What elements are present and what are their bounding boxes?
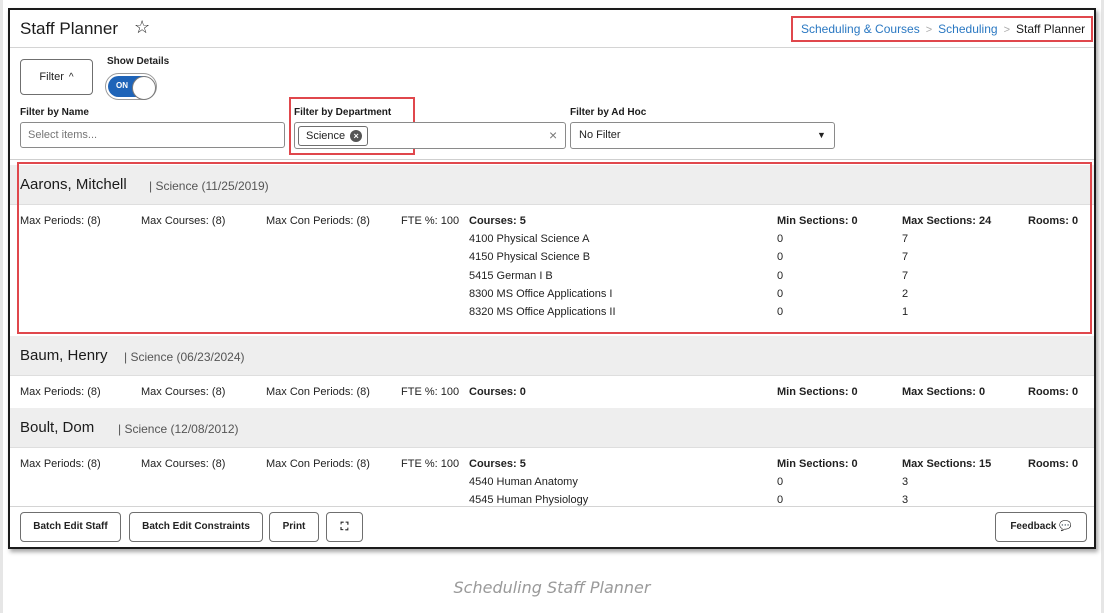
star-icon[interactable]: ☆ [134, 17, 150, 38]
staff-row-header[interactable]: Baum, Henry | Science (06/23/2024) [10, 336, 1094, 376]
courses-count: Courses: 5 [469, 458, 526, 470]
course-min: 0 [777, 476, 784, 488]
fte: FTE %: 100 [401, 386, 460, 398]
print-button[interactable]: Print [269, 512, 319, 542]
breadcrumb: Scheduling & Courses > Scheduling > Staff Pl… [791, 16, 1093, 42]
staff-name: Baum, Henry [20, 347, 108, 364]
feedback-button[interactable]: Feedback 💬 [995, 512, 1087, 542]
staff-meta: | Science (06/23/2024) [124, 350, 245, 364]
page-edge-left [0, 0, 3, 613]
max-courses: Max Courses: (8) [141, 386, 226, 398]
breadcrumb-scheduling[interactable]: Scheduling [938, 22, 997, 36]
filter-button-label: Filter [39, 71, 64, 83]
filter-button[interactable]: Filter ^ [20, 59, 93, 95]
page-title: Staff Planner [20, 19, 118, 38]
speech-bubble-icon: 💬 [1059, 521, 1072, 532]
max-con-periods: Max Con Periods: (8) [266, 458, 370, 470]
course-max: 3 [902, 476, 909, 488]
toggle-state: ON [116, 81, 128, 90]
min-sections: Min Sections: 0 [777, 458, 858, 470]
clear-icon[interactable]: × [549, 127, 557, 143]
staff-row-header[interactable]: Boult, Dom | Science (12/08/2012) [10, 408, 1094, 448]
fte: FTE %: 100 [401, 458, 460, 470]
show-details-label: Show Details [107, 56, 170, 67]
max-periods: Max Periods: (8) [20, 386, 101, 398]
toggle-track: ON [108, 76, 156, 100]
filter-by-name-input[interactable] [20, 122, 285, 148]
course-name: 4540 Human Anatomy [469, 476, 578, 488]
breadcrumb-current: Staff Planner [1016, 22, 1086, 36]
breadcrumb-scheduling-courses[interactable]: Scheduling & Courses [801, 22, 920, 36]
staff-name: Boult, Dom [20, 419, 95, 436]
courses-count: Courses: 0 [469, 386, 526, 398]
show-details-toggle[interactable]: ON [105, 73, 157, 100]
filter-by-adhoc-select[interactable]: No Filter ▼ [570, 122, 835, 149]
rooms: Rooms: 0 [1028, 386, 1079, 398]
staff-meta: | Science (12/08/2012) [118, 422, 239, 436]
filter-by-department-label: Filter by Department [294, 107, 392, 118]
filter-by-adhoc-label: Filter by Ad Hoc [570, 107, 647, 118]
toggle-knob [132, 76, 156, 100]
max-sections: Max Sections: 0 [902, 386, 986, 398]
staff-planner-window: Staff Planner ☆ Scheduling & Courses > Sch… [8, 8, 1096, 549]
max-courses: Max Courses: (8) [141, 458, 226, 470]
department-chip-label: Science [306, 130, 346, 142]
chevron-up-icon: ^ [68, 71, 74, 83]
divider [10, 159, 1094, 160]
adhoc-selected-value: No Filter [579, 129, 621, 141]
department-chip: Science × [298, 126, 369, 146]
max-con-periods: Max Con Periods: (8) [266, 386, 370, 398]
remove-chip-icon[interactable]: × [350, 130, 363, 142]
rooms: Rooms: 0 [1028, 458, 1079, 470]
min-sections: Min Sections: 0 [777, 386, 858, 398]
fullscreen-button[interactable]: ⛶ [326, 512, 363, 542]
feedback-label: Feedback [1010, 521, 1057, 532]
caret-down-icon: ▼ [817, 130, 826, 140]
max-sections: Max Sections: 15 [902, 458, 992, 470]
header: Staff Planner ☆ Scheduling & Courses > Sch… [10, 10, 1094, 48]
batch-edit-constraints-button[interactable]: Batch Edit Constraints [129, 512, 263, 542]
expand-icon: ⛶ [340, 521, 349, 533]
filter-by-department-input[interactable]: Science × × [294, 122, 566, 149]
footer-toolbar: Batch Edit Staff Batch Edit Constraints … [10, 506, 1094, 547]
batch-edit-staff-button[interactable]: Batch Edit Staff [20, 512, 121, 542]
staff-highlight-box [17, 162, 1092, 334]
image-caption: Scheduling Staff Planner [453, 578, 651, 597]
chevron-right-icon: > [925, 24, 933, 36]
filter-by-name-label: Filter by Name [20, 107, 89, 118]
chevron-right-icon: > [1003, 24, 1010, 36]
max-periods: Max Periods: (8) [20, 458, 101, 470]
